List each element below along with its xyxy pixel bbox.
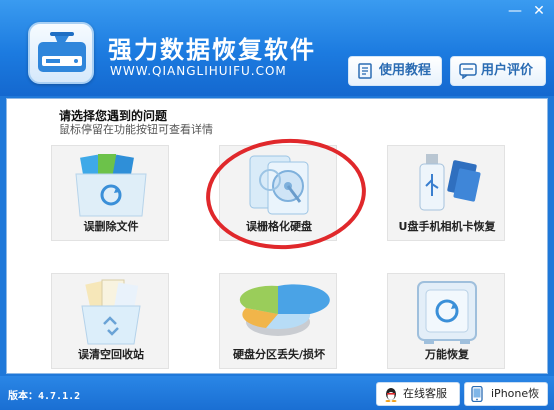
pie-partition-icon [239,284,330,336]
online-support-button[interactable]: 在线客服 [376,382,460,406]
tile-deleted-files[interactable]: 误删除文件 [51,145,169,241]
chat-bubble-icon [459,63,477,79]
book-icon [358,63,372,79]
main-panel: 请选择您遇到的问题 鼠标停留在功能按钮可查看详情 误删除文件 误栅格化硬盘 U盘… [6,98,548,374]
prompt-subtitle: 鼠标停留在功能按钮可查看详情 [59,123,213,136]
tile-partition-lost[interactable]: 硬盘分区丢失/损坏 [219,273,337,369]
minimize-button[interactable]: — [504,2,526,20]
hard-drive-logo-icon [38,32,86,72]
tile-label: 硬盘分区丢失/损坏 [232,348,326,361]
close-button[interactable]: ✕ [528,2,550,20]
user-review-label: 用户评价 [481,63,534,78]
tile-recycle-bin[interactable]: 误清空回收站 [51,273,169,369]
tile-label: U盘手机相机卡恢复 [398,220,496,233]
online-support-label: 在线客服 [403,387,447,400]
iphone-recovery-label: iPhone恢复 [491,387,540,410]
qq-penguin-icon [385,388,397,402]
phone-icon [471,386,483,402]
status-bar: 版本：4.7.1.2 在线客服 iPhone恢复 [0,376,554,410]
version-text: 版本：4.7.1.2 [8,391,81,402]
tile-usb-phone-camera-card[interactable]: U盘手机相机卡恢复 [387,145,505,241]
user-review-button[interactable]: 用户评价 [450,56,546,86]
tile-label: 误清空回收站 [78,348,144,361]
tile-label: 误删除文件 [83,220,139,233]
tutorial-label: 使用教程 [379,63,432,78]
title-bar: 强力数据恢复软件 WWW.QIANGLIHUIFU.COM — ✕ 使用教程 用… [0,0,554,96]
app-url: WWW.QIANGLIHUIFU.COM [110,64,287,78]
tile-universal-recovery[interactable]: 万能恢复 [387,273,505,369]
usb-sdcard-icon [419,154,481,211]
safe-icon [417,281,477,344]
tile-label: 万能恢复 [425,348,469,361]
iphone-recovery-button[interactable]: iPhone恢复 [464,382,548,410]
app-title: 强力数据恢复软件 [108,36,316,64]
recycle-bin-icon [81,279,141,345]
app-logo [28,22,94,84]
tutorial-button[interactable]: 使用教程 [348,56,442,86]
folder-files-icon [75,154,147,217]
